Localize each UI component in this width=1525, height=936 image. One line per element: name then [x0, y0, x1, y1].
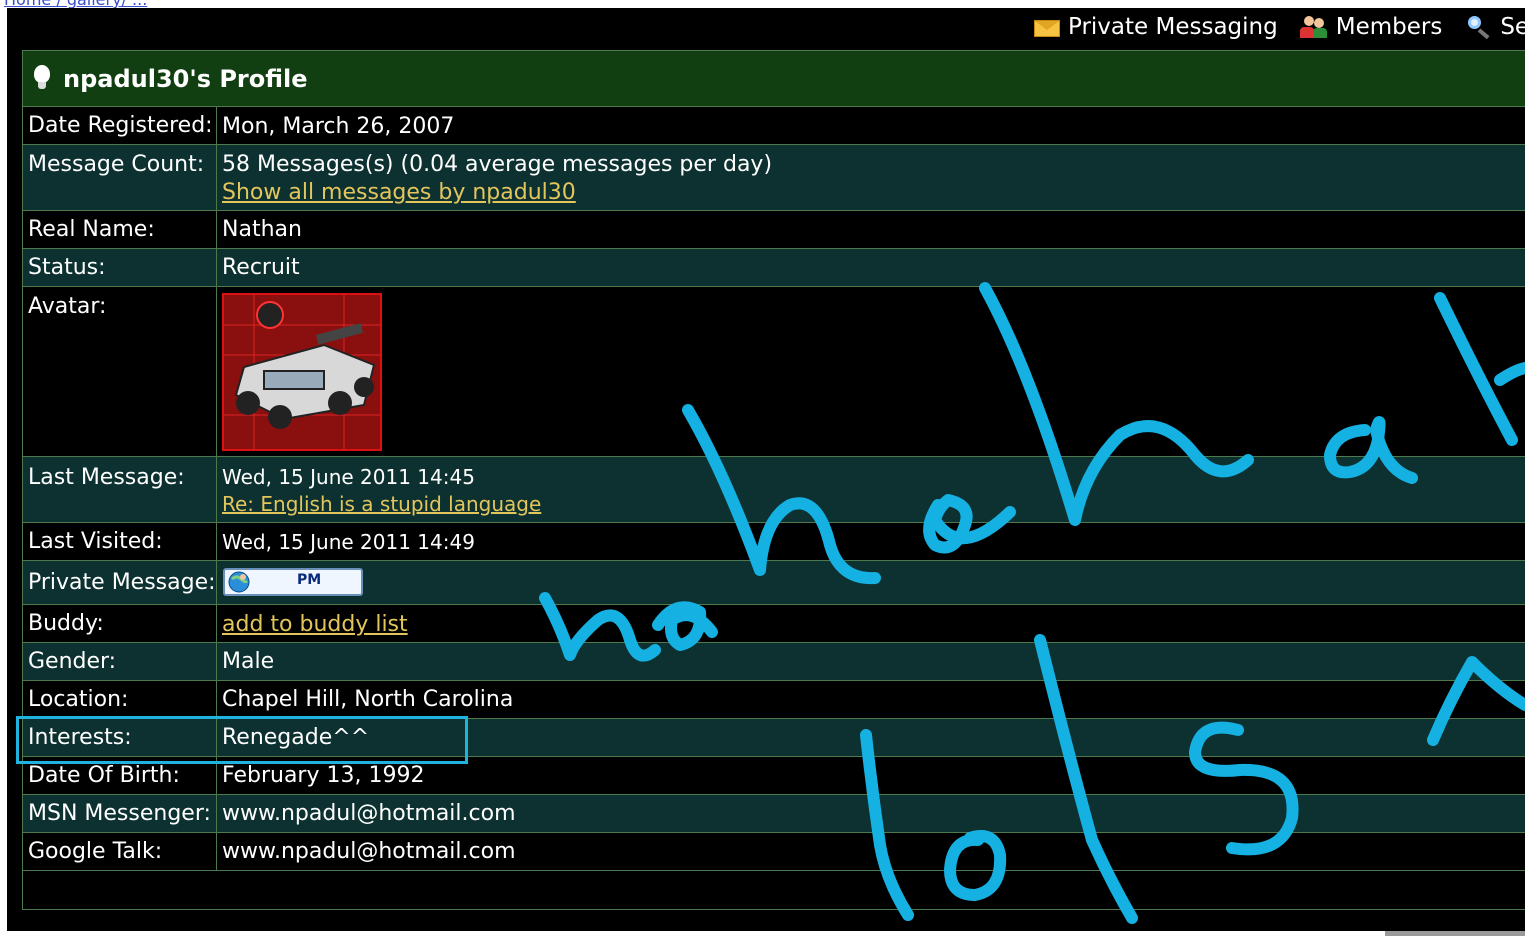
label-msn: MSN Messenger:: [28, 801, 211, 826]
bottom-strip: [0, 931, 1525, 936]
label-google-talk: Google Talk:: [28, 839, 163, 864]
row-location: Location: Chapel Hill, North Carolina: [23, 681, 1525, 719]
label-buddy: Buddy:: [28, 611, 104, 636]
left-gutter: [0, 8, 7, 936]
label-message-count: Message Count:: [28, 152, 205, 177]
members-label: Members: [1335, 14, 1443, 40]
lightbulb-icon: [33, 64, 51, 93]
row-msn: MSN Messenger: www.npadul@hotmail.com: [23, 795, 1525, 833]
label-gender: Gender:: [28, 649, 117, 674]
label-avatar: Avatar:: [28, 294, 107, 319]
row-interests: Interests: Renegade^^: [23, 719, 1525, 757]
profile-header: npadul30's Profile: [23, 51, 1525, 107]
value-message-count: 58 Messages(s) (0.04 average messages pe…: [222, 152, 773, 177]
search-link[interactable]: Sea: [1464, 14, 1525, 40]
value-gender: Male: [222, 649, 275, 674]
row-date-registered: Date Registered: Mon, March 26, 2007: [23, 107, 1525, 145]
row-date-of-birth: Date Of Birth: February 13, 1992: [23, 757, 1525, 795]
show-all-messages-link[interactable]: Show all messages by npadul30: [222, 180, 576, 205]
row-last-visited: Last Visited: Wed, 15 June 2011 14:49: [23, 523, 1525, 561]
value-location: Chapel Hill, North Carolina: [222, 687, 514, 712]
search-label: Sea: [1500, 14, 1525, 40]
row-message-count: Message Count: 58 Messages(s) (0.04 aver…: [23, 145, 1525, 211]
private-messaging-label: Private Messaging: [1068, 14, 1278, 40]
value-interests: Renegade^^: [222, 725, 370, 750]
value-date-of-birth: February 13, 1992: [222, 763, 425, 788]
private-messaging-link[interactable]: Private Messaging: [1032, 14, 1278, 40]
members-link[interactable]: Members: [1299, 14, 1443, 40]
row-last-message: Last Message: Wed, 15 June 2011 14:45 Re…: [23, 457, 1525, 523]
value-last-message: Wed, 15 June 2011 14:45: [222, 465, 475, 489]
row-gender: Gender: Male: [23, 643, 1525, 681]
globe-user-icon: [227, 571, 251, 593]
send-pm-button[interactable]: PM: [223, 568, 363, 596]
label-date-of-birth: Date Of Birth:: [28, 763, 180, 788]
avatar-image: [222, 293, 382, 451]
profile-title: npadul30's Profile: [63, 64, 308, 93]
value-google-talk: www.npadul@hotmail.com: [222, 839, 516, 864]
envelope-icon: [1032, 16, 1060, 38]
value-real-name: Nathan: [222, 217, 302, 242]
row-buddy: Buddy: add to buddy list: [23, 605, 1525, 643]
label-real-name: Real Name:: [28, 217, 155, 242]
label-last-message: Last Message:: [28, 465, 185, 490]
row-avatar: Avatar:: [23, 287, 1525, 457]
profile-panel: npadul30's Profile Date Registered: Mon,…: [22, 50, 1525, 910]
row-status: Status: Recruit: [23, 249, 1525, 287]
top-breadcrumb-link[interactable]: Home / gallery/ ...: [4, 0, 147, 8]
label-last-visited: Last Visited:: [28, 529, 163, 554]
label-location: Location:: [28, 687, 129, 712]
top-breadcrumb-strip: Home / gallery/ ...: [0, 0, 1525, 8]
row-real-name: Real Name: Nathan: [23, 211, 1525, 249]
last-message-link[interactable]: Re: English is a stupid language: [222, 492, 541, 516]
members-icon: [1299, 16, 1328, 38]
value-status: Recruit: [222, 255, 300, 280]
label-interests: Interests:: [28, 725, 132, 750]
search-icon: [1464, 16, 1492, 40]
row-google-talk: Google Talk: www.npadul@hotmail.com: [23, 833, 1525, 871]
value-date-registered: Mon, March 26, 2007: [222, 114, 455, 139]
label-date-registered: Date Registered:: [28, 113, 213, 138]
value-msn: www.npadul@hotmail.com: [222, 801, 516, 826]
row-private-message: Private Message: PM: [23, 561, 1525, 605]
forum-toolbar: Private Messaging Members Sea: [1032, 10, 1525, 44]
label-private-message: Private Message:: [28, 570, 216, 595]
value-last-visited: Wed, 15 June 2011 14:49: [222, 530, 475, 554]
add-buddy-link[interactable]: add to buddy list: [222, 612, 408, 637]
pm-button-label: PM: [297, 572, 322, 588]
label-status: Status:: [28, 255, 106, 280]
